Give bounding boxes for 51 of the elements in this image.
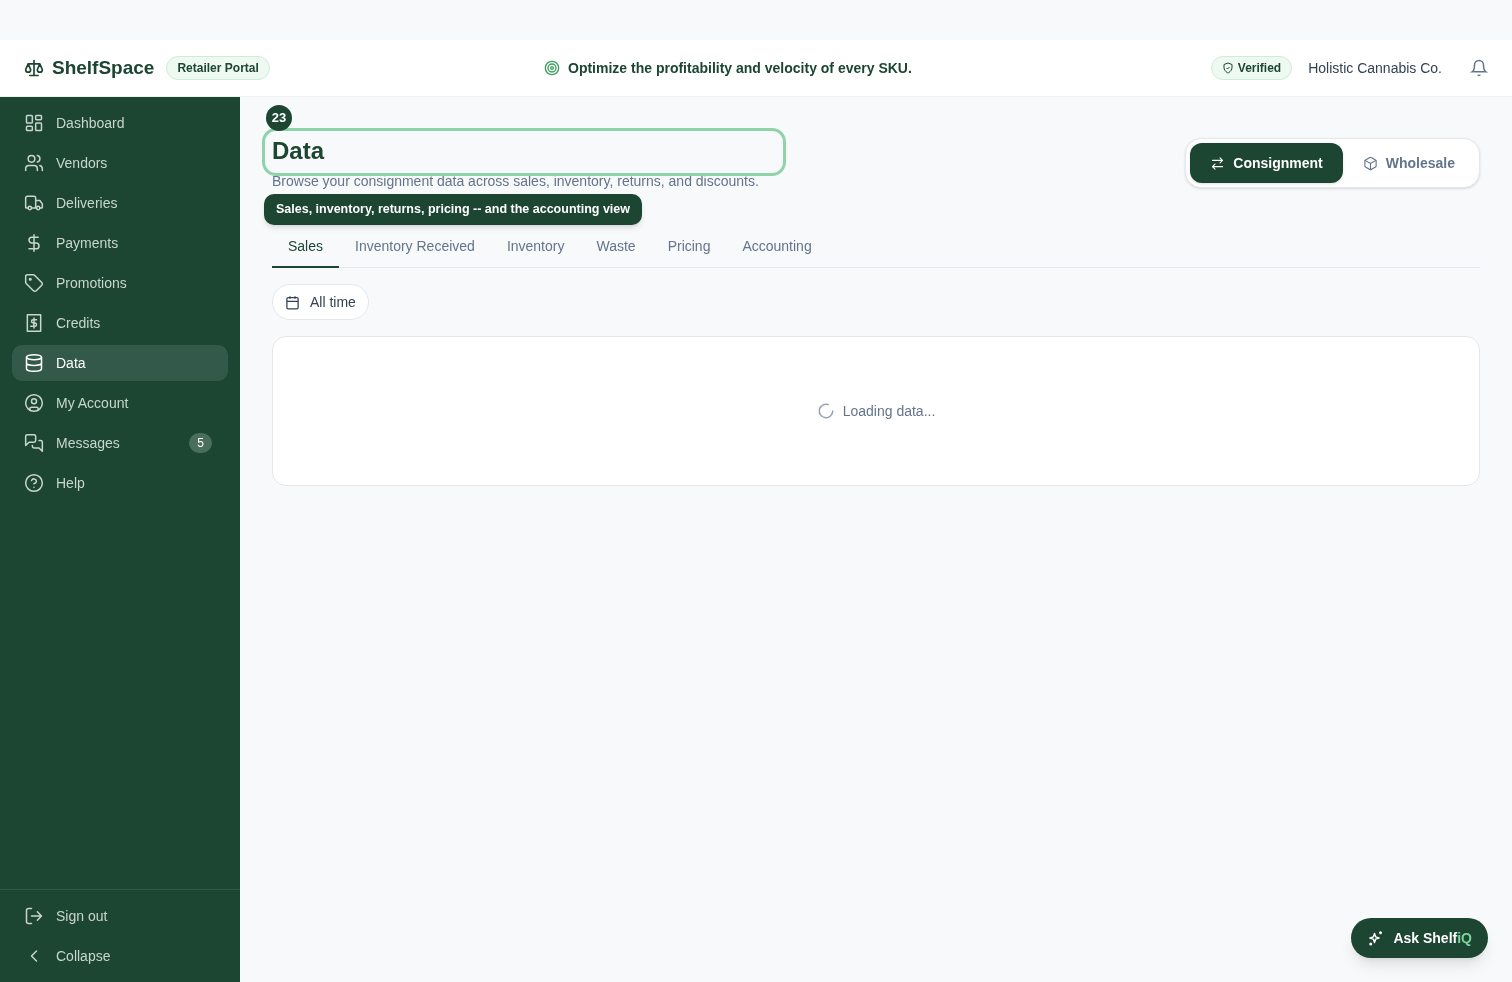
portal-badge: Retailer Portal [166,56,270,80]
sidebar-item[interactable]: Dashboard [12,105,228,141]
mode-toggle-button[interactable]: Wholesale [1342,143,1475,183]
scale-icon [24,58,44,78]
count-badge: 5 [189,433,212,453]
tab[interactable]: Sales [272,226,340,268]
tagline: Optimize the profitability and velocity of every SKU. [568,58,912,78]
tab[interactable]: Inventory [490,226,581,268]
tab[interactable]: Waste [580,226,652,268]
mode-toggle-button[interactable]: Consignment [1190,143,1343,183]
truck-icon [24,193,44,213]
sidebar-item[interactable]: Messages 5 [12,425,228,461]
verified-badge: Verified [1210,56,1293,80]
ask-assistant-button[interactable]: Ask ShelfiQ [1351,918,1488,958]
tab[interactable]: Inventory Received [339,226,491,268]
shield-check-icon [1221,62,1234,74]
chat-icon [24,433,44,453]
sidebar-item[interactable]: Promotions [12,265,228,301]
database-icon [24,353,44,373]
receipt-icon [24,313,44,333]
dashboard-icon [24,113,44,133]
user-circle-icon [24,393,44,413]
bell-icon[interactable] [1470,59,1488,77]
sidebar-item[interactable]: Collapse [12,938,228,974]
brand-name: ShelfSpace [52,55,155,80]
sidebar-item[interactable]: Sign out [12,898,228,934]
sidebar-item[interactable]: My Account [12,385,228,421]
tooltip: Sales, inventory, returns, pricing -- and the accounting view [264,194,642,225]
box-icon [1362,155,1378,171]
sign-out-icon [24,906,44,926]
sidebar-item[interactable]: Help [12,465,228,501]
tab[interactable]: Accounting [726,226,828,268]
sidebar-item[interactable]: Deliveries [12,185,228,221]
date-filter-button[interactable]: All time [272,284,369,320]
sidebar-item[interactable]: Credits [12,305,228,341]
page-title: Data [272,136,325,166]
spinner-icon [816,402,835,420]
account-name: Holistic Cannabis Co. [1308,58,1442,78]
tab[interactable]: Pricing [651,226,727,268]
sidebar-item[interactable]: Data [12,345,228,381]
loading-text: Loading data... [842,401,936,421]
target-icon [544,60,560,76]
swap-icon [1210,155,1226,171]
tag-icon [24,273,44,293]
step-badge: 23 [266,105,292,131]
help-icon [24,473,44,493]
sidebar-item[interactable]: Vendors [12,145,228,181]
users-icon [24,153,44,173]
calendar-icon [285,294,300,310]
page-subtitle: Browse your consignment data across sales, inventory, returns, and discounts. [272,172,760,190]
sidebar-item[interactable]: Payments [12,225,228,261]
